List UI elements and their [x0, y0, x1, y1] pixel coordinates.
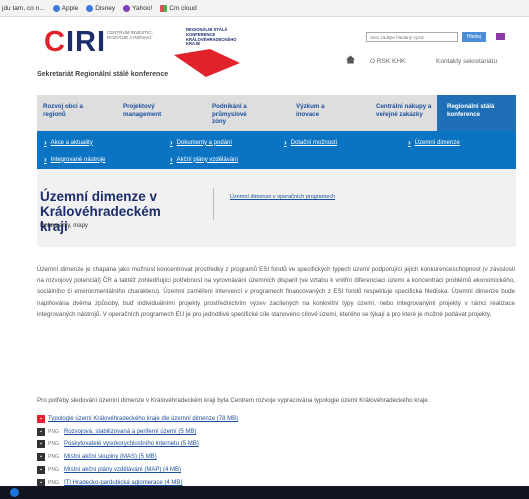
- subnav-item-akce[interactable]: › Akce a aktuality: [44, 138, 93, 147]
- chevron-right-icon: ›: [170, 155, 173, 164]
- bookmark-item[interactable]: jdu tam, co n...: [2, 5, 45, 12]
- search-button[interactable]: Hledej: [462, 32, 486, 42]
- sub-navigation: › Akce a aktuality › Dokumenty a podání › D…: [37, 131, 516, 169]
- intro-paragraph: Územní dimenze je chápána jako možnost k…: [37, 266, 515, 318]
- list-item: ▪ PNG Místní akční plány vzdělávání (MAP…: [37, 466, 181, 474]
- file-type: PNG: [48, 429, 59, 435]
- logo-iri: IRI: [65, 26, 107, 58]
- subnav-item-integrovane[interactable]: › Integrované nástroje: [44, 155, 105, 164]
- logo-c: C: [44, 26, 66, 58]
- chevron-right-icon: ›: [44, 155, 47, 164]
- page-subtitle: Dokumenty, mapy: [40, 223, 88, 229]
- list-item: ▪ PNG Rozvojová, stabilizovaná a perifer…: [37, 428, 196, 436]
- chevron-right-icon: ›: [170, 138, 173, 147]
- image-file-icon: ▪: [37, 440, 45, 448]
- file-link[interactable]: Místní akční plány vzdělávání (MAP) (4 M…: [64, 467, 181, 473]
- language-flag-icon[interactable]: [496, 33, 505, 40]
- main-navigation: Rozvoj obcí a regionů Projektový managem…: [37, 95, 516, 131]
- search-input[interactable]: Sem zadejte hledaný výraz: [366, 32, 458, 42]
- logo-subtitle: CENTRUM INVESTIC, ROZVOJE A INOVACÍ: [107, 30, 153, 40]
- bookmark-item[interactable]: Cm cloud: [160, 4, 197, 12]
- home-icon[interactable]: [346, 55, 355, 64]
- related-link[interactable]: Územní dimenze v operačních programech: [230, 194, 335, 200]
- chevron-right-icon: ›: [284, 138, 287, 147]
- chevron-right-icon: ›: [408, 138, 411, 147]
- bookmark-item[interactable]: Disney: [86, 4, 115, 12]
- subnav-item-uzemni[interactable]: › Územní dimenze: [408, 138, 460, 147]
- list-item: ▪ Typologie území Královéhradeckého kraj…: [37, 415, 238, 423]
- os-taskbar: [0, 486, 529, 499]
- subnav-item-akcni[interactable]: › Akční plány vzdělávání: [170, 155, 238, 164]
- file-link[interactable]: Poskytovatelé vysokorychlostního interne…: [64, 441, 199, 447]
- pdf-file-icon: ▪: [37, 415, 45, 423]
- file-type: PNG: [48, 454, 59, 460]
- cloud-icon: [160, 4, 168, 12]
- site-logo[interactable]: CIRI: [44, 26, 106, 59]
- bookmarks-bar: jdu tam, co n... Apple Disney Yahoo! Cm …: [0, 0, 529, 17]
- bookmark-item[interactable]: Apple: [52, 4, 78, 12]
- start-icon[interactable]: [10, 488, 19, 497]
- chevron-right-icon: ›: [44, 138, 47, 147]
- file-type: PNG: [48, 467, 59, 473]
- file-type: PNG: [48, 441, 59, 447]
- top-link-kontakty[interactable]: Kontakty sekretariátu: [436, 58, 497, 65]
- globe-icon: [52, 4, 60, 12]
- nav-item-vyzkum[interactable]: Výzkum a inovace: [262, 95, 344, 131]
- partner-logo-shape: [174, 49, 240, 77]
- yahoo-icon: [123, 4, 131, 12]
- top-link-rsk[interactable]: O RSK KHK: [370, 58, 405, 65]
- image-file-icon: ▪: [37, 428, 45, 436]
- file-link[interactable]: Místní akční skupiny (MAS) (5 MB): [64, 454, 157, 460]
- nav-item-projektovy[interactable]: Projektový management: [101, 95, 174, 131]
- nav-item-centralni[interactable]: Centrální nákupy a veřejné zakázky: [344, 95, 437, 131]
- image-file-icon: ▪: [37, 453, 45, 461]
- subnav-item-dokumenty[interactable]: › Dokumenty a podání: [170, 138, 232, 147]
- file-link[interactable]: Typologie území Královéhradeckého kraje …: [48, 416, 238, 422]
- org-name: Sekretariát Regionální stálé konference: [37, 71, 169, 78]
- bookmark-item[interactable]: Yahoo!: [123, 4, 152, 12]
- divider: [213, 188, 214, 220]
- nav-item-regionalni[interactable]: Regionální stálá konference: [437, 95, 516, 131]
- list-item: ▪ PNG Poskytovatelé vysokorychlostního i…: [37, 440, 199, 448]
- file-link[interactable]: Rozvojová, stabilizovaná a periferní úze…: [64, 429, 196, 435]
- globe-icon: [86, 4, 94, 12]
- partner-logo-text: REGIONÁLNÍ STÁLÁ KONFERENCE KRÁLOVÉHRADE…: [186, 27, 237, 47]
- list-item: ▪ PNG Místní akční skupiny (MAS) (5 MB): [37, 453, 157, 461]
- nav-item-rozvoj[interactable]: Rozvoj obcí a regionů: [37, 95, 101, 131]
- subnav-item-dotacni[interactable]: › Dotační možnosti: [284, 138, 337, 147]
- nav-item-podnikani[interactable]: Podnikání a průmyslové zóny: [174, 95, 262, 131]
- image-file-icon: ▪: [37, 466, 45, 474]
- typology-paragraph: Pro potřeby sledování územní dimenze v K…: [37, 397, 430, 404]
